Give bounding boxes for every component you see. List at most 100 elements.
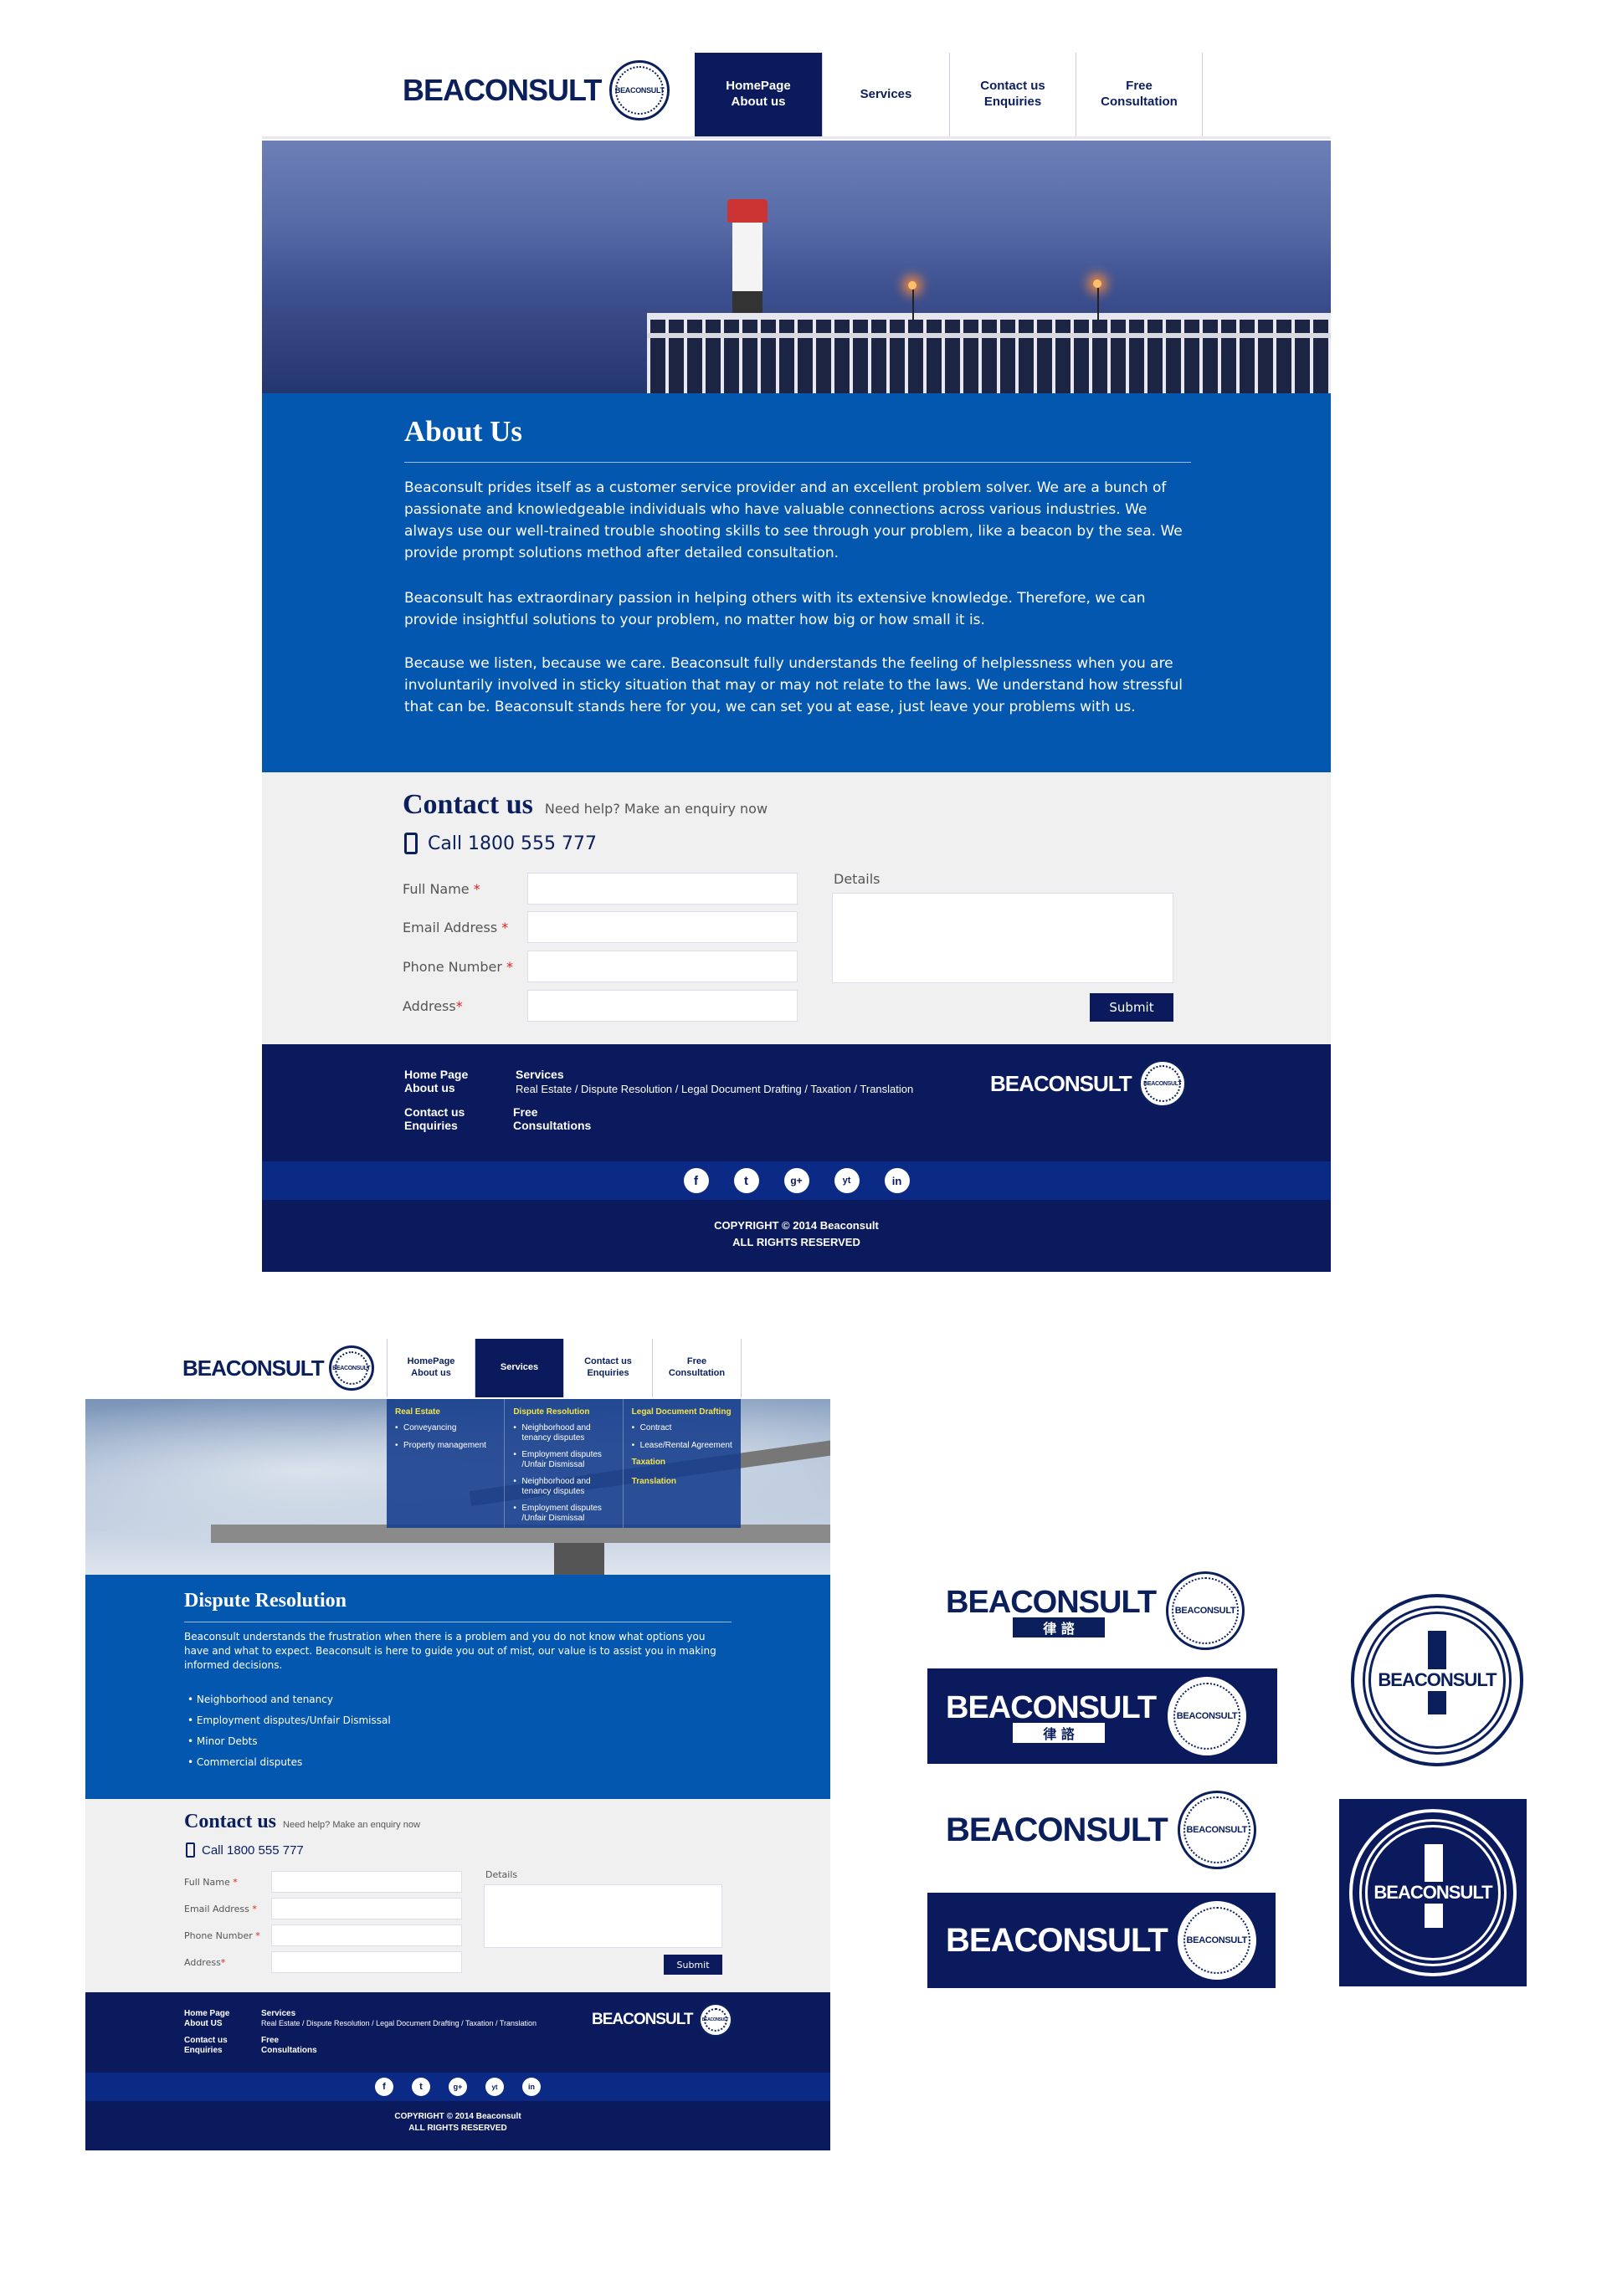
dd-item[interactable]: Neighborhood and tenancy disputes <box>513 1423 614 1443</box>
phone-icon-2 <box>186 1842 195 1858</box>
full-name-label: Full Name <box>403 881 470 897</box>
footer-logo: BEACONSULT BEACONSULT <box>990 1059 1187 1108</box>
details-textarea[interactable] <box>832 893 1173 983</box>
address-input-2[interactable] <box>271 1951 462 1973</box>
twitter-icon[interactable]: t <box>412 2078 430 2096</box>
nav2-services[interactable]: Services <box>475 1339 564 1397</box>
googleplus-icon[interactable]: g+ <box>783 1168 809 1193</box>
dd-item[interactable]: Contract <box>632 1423 732 1433</box>
about-paragraph-2: Beaconsult has extraordinary passion in … <box>404 590 1146 628</box>
dd-taxation[interactable]: Taxation <box>632 1458 732 1467</box>
dispute-list-item: • Employment disputes/Unfair Dismissal <box>187 1714 391 1726</box>
hero-image <box>262 141 1331 393</box>
title-divider <box>404 462 1191 463</box>
footer-seal-icon: BEACONSULT <box>1137 1059 1187 1108</box>
footer-logo-2: BEACONSULT BEACONSULT <box>592 2002 733 2037</box>
contact-section-2: Contact us Need help? Make an enquiry no… <box>85 1799 830 1992</box>
googleplus-icon[interactable]: g+ <box>449 2078 467 2096</box>
logo-wordmark: BEACONSULT <box>403 73 602 107</box>
footer-link-services[interactable]: Services <box>516 1068 564 1081</box>
nav2-contact[interactable]: Contact us Enquiries <box>564 1339 653 1397</box>
about-paragraph-1: Beaconsult prides itself as a customer s… <box>404 479 1183 561</box>
dd-real-estate: Real Estate Conveyancing Property manage… <box>387 1399 506 1528</box>
logo-variant-white-chinese: BEACONSULT 律 諮 BEACONSULT <box>946 1571 1245 1650</box>
address-label: Address <box>403 998 456 1014</box>
nav-services[interactable]: Services <box>823 53 950 136</box>
youtube-icon[interactable]: yt <box>485 2078 504 2096</box>
submit-button[interactable]: Submit <box>1090 993 1173 1022</box>
badge-white: BEACONSULT <box>1351 1594 1523 1766</box>
logo[interactable]: BEACONSULT BEACONSULT <box>403 60 670 120</box>
phone-number[interactable]: Call 1800 555 777 <box>428 833 597 854</box>
dd-item[interactable]: Neighborhood and tenancy disputes <box>513 1477 614 1496</box>
header-2: BEACONSULT BEACONSULT HomePage About us … <box>85 1339 830 1399</box>
dd-item[interactable]: Employment disputes /Unfair Dismissal <box>513 1450 614 1469</box>
contact-section: Contact us Need help? Make an enquiry no… <box>262 772 1331 1044</box>
social-bar-2: f t g+ yt in <box>85 2073 830 2101</box>
linkedin-icon[interactable]: in <box>884 1168 910 1193</box>
dd-item[interactable]: Employment disputes /Unfair Dismissal <box>513 1504 614 1523</box>
dd-item[interactable]: Property management <box>395 1441 495 1451</box>
dispute-title: Dispute Resolution <box>184 1590 347 1612</box>
dispute-list-item: • Minor Debts <box>187 1735 258 1747</box>
contact-title-2: Contact us <box>184 1811 277 1832</box>
logo-variations: BEACONSULT 律 諮 BEACONSULT BEACONSULT 律 諮… <box>921 1565 1557 2000</box>
logo-seal-icon: BEACONSULT <box>609 60 670 120</box>
contact-subtitle: Need help? Make an enquiry now <box>544 801 768 817</box>
details-textarea-2[interactable] <box>484 1884 722 1948</box>
email-input-2[interactable] <box>271 1898 462 1919</box>
logo-variant-navy-chinese: BEACONSULT 律 諮 BEACONSULT <box>927 1668 1277 1764</box>
nav2-free[interactable]: Free Consultation <box>653 1339 742 1397</box>
twitter-icon[interactable]: t <box>733 1168 759 1193</box>
dispute-list-item: • Commercial disputes <box>187 1756 303 1768</box>
phone-icon <box>404 833 418 854</box>
nav2-home-about[interactable]: HomePage About us <box>388 1339 475 1397</box>
footer-services-list: Real Estate / Dispute Resolution / Legal… <box>516 1083 914 1095</box>
about-title: About Us <box>404 415 523 448</box>
dd-legal: Legal Document Drafting Contract Lease/R… <box>624 1399 741 1528</box>
about-section: About Us Beaconsult prides itself as a c… <box>262 393 1331 772</box>
phone-input[interactable] <box>527 951 798 982</box>
nav-contact[interactable]: Contact us Enquiries <box>950 53 1076 136</box>
footer-link-contact[interactable]: Contact us Enquiries <box>404 1105 465 1132</box>
header: BEACONSULT BEACONSULT HomePage About us … <box>262 50 1331 139</box>
pier <box>647 318 1331 393</box>
youtube-icon[interactable]: yt <box>834 1168 860 1193</box>
logo-variant-white: BEACONSULT BEACONSULT <box>946 1791 1256 1869</box>
badge-navy: BEACONSULT <box>1339 1799 1527 1986</box>
footer-link-home[interactable]: Home Page About us <box>404 1068 468 1094</box>
logo-2[interactable]: BEACONSULT BEACONSULT <box>182 1345 374 1391</box>
footer-link-free[interactable]: Free Consultations <box>513 1105 591 1132</box>
submit-button-2[interactable]: Submit <box>664 1955 722 1975</box>
full-name-input-2[interactable] <box>271 1871 462 1893</box>
dd-dispute: Dispute Resolution Neighborhood and tena… <box>505 1399 624 1528</box>
details-label: Details <box>834 871 881 887</box>
contact-title: Contact us <box>403 789 533 820</box>
logo-seal-icon-2: BEACONSULT <box>328 1345 374 1391</box>
dispute-paragraph: Beaconsult understands the frustration w… <box>184 1631 716 1671</box>
email-label: Email Address <box>403 920 498 935</box>
footer-2: Home Page About US Services Real Estate … <box>85 1992 830 2150</box>
dispute-list-item: • Neighborhood and tenancy <box>187 1694 333 1705</box>
page-about-mockup: BEACONSULT BEACONSULT HomePage About us … <box>262 50 1331 1272</box>
facebook-icon[interactable]: f <box>375 2078 393 2096</box>
email-input[interactable] <box>527 911 798 943</box>
dd-item[interactable]: Conveyancing <box>395 1423 495 1433</box>
facebook-icon[interactable]: f <box>683 1168 709 1193</box>
phone-input-2[interactable] <box>271 1924 462 1946</box>
address-input[interactable] <box>527 990 798 1022</box>
nav-home-about[interactable]: HomePage About us <box>695 53 823 136</box>
dd-item[interactable]: Lease/Rental Agreement <box>632 1441 732 1451</box>
footer: Home Page About us Services Real Estate … <box>262 1044 1331 1272</box>
about-paragraph-3: Because we listen, because we care. Beac… <box>404 655 1183 715</box>
nav-free-consultation[interactable]: Free Consultation <box>1076 53 1203 136</box>
copyright: COPYRIGHT © 2014 Beaconsult ALL RIGHTS R… <box>714 1219 879 1248</box>
page-dispute-mockup: BEACONSULT BEACONSULT HomePage About us … <box>85 1339 830 2150</box>
linkedin-icon[interactable]: in <box>522 2078 541 2096</box>
dd-translation[interactable]: Translation <box>632 1477 732 1486</box>
social-bar: f t g+ yt in <box>262 1161 1331 1200</box>
dispute-section: Dispute Resolution Beaconsult understand… <box>85 1575 830 1799</box>
phone-label: Phone Number <box>403 959 502 975</box>
full-name-input[interactable] <box>527 873 798 905</box>
logo-variant-navy: BEACONSULT BEACONSULT <box>927 1893 1276 1988</box>
